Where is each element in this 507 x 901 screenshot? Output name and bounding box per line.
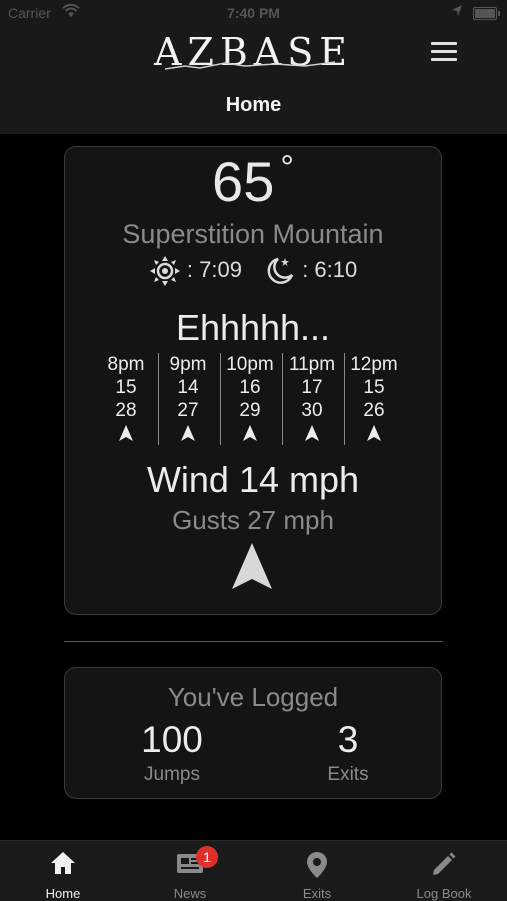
tab-bar: Home 1 News Exits Log Book	[0, 840, 507, 901]
forecast-time: 12pm	[350, 354, 398, 375]
forecast-wind: 15	[115, 377, 137, 398]
forecast-time: 8pm	[107, 354, 145, 375]
logo-streak-icon	[165, 61, 335, 70]
temperature: 65 °	[65, 149, 441, 214]
sunset-group: : 6:10	[264, 255, 357, 287]
status-time: 7:40 PM	[227, 5, 280, 21]
sunrise-time: : 7:09	[186, 256, 242, 282]
menu-button[interactable]	[431, 42, 457, 62]
forecast-time: 11pm	[288, 354, 336, 375]
exits-stat: 3 Exits	[268, 718, 428, 786]
logged-title: You've Logged	[167, 682, 339, 712]
tab-log-book[interactable]: Log Book	[381, 841, 507, 901]
tab-label: Log Book	[416, 886, 472, 901]
menu-bar	[431, 42, 457, 45]
forecast-column: 10pm 16 29	[219, 353, 281, 445]
wind-direction-icon	[305, 425, 319, 441]
jumps-count: 100	[141, 719, 203, 760]
wind-direction-icon	[367, 425, 381, 441]
map-pin-icon	[307, 852, 327, 878]
exits-label: Exits	[327, 764, 369, 785]
home-icon	[51, 852, 75, 874]
forecast-column: 8pm 15 28	[95, 353, 157, 445]
temperature-value: 65	[212, 150, 275, 213]
forecast-gust: 29	[239, 400, 261, 421]
menu-bar	[431, 50, 457, 53]
wind-direction-icon	[181, 425, 195, 441]
forecast-gust: 26	[363, 400, 385, 421]
logged-card[interactable]: You've Logged 100 Jumps 3 Exits	[64, 667, 442, 799]
sunset-time: : 6:10	[302, 256, 358, 282]
location-name: Superstition Mountain	[122, 219, 384, 249]
pencil-icon	[433, 852, 456, 875]
weather-card[interactable]: 65 ° Superstition Mountain : 7:09 : 6:10 …	[64, 146, 442, 615]
forecast-column: 11pm 17 30	[281, 353, 343, 445]
tab-label: Exits	[302, 886, 332, 901]
conditions-verdict: Ehhhhh...	[175, 307, 331, 348]
status-bar: Carrier 7:40 PM	[0, 0, 507, 26]
forecast-wind: 16	[239, 377, 261, 398]
tab-label: Home	[45, 886, 81, 901]
wind-speed: Wind 14 mph	[146, 459, 360, 500]
forecast-wind: 15	[363, 377, 385, 398]
exits-count: 3	[337, 719, 359, 760]
tab-label: News	[173, 886, 207, 901]
wind-direction-icon	[119, 425, 133, 441]
forecast-column: 12pm 15 26	[343, 353, 405, 445]
jumps-label: Jumps	[144, 764, 200, 785]
nav-header: AZBASE Home	[0, 26, 507, 134]
location-arrow-icon	[452, 5, 462, 16]
wind-direction-large-icon	[232, 543, 272, 589]
tab-exits[interactable]: Exits	[254, 841, 380, 901]
forecast-column: 9pm 14 27	[157, 353, 219, 445]
tab-news[interactable]: 1 News	[127, 841, 253, 901]
forecast-gust: 28	[115, 400, 137, 421]
forecast-gust: 27	[177, 400, 199, 421]
notification-badge: 1	[196, 846, 218, 868]
forecast-time: 10pm	[226, 354, 274, 375]
sun-icon	[149, 256, 180, 286]
hourly-forecast: 8pm 15 28 9pm 14 27 10pm 16 29 11pm 17 3…	[95, 353, 405, 445]
page-title: Home	[225, 94, 282, 116]
forecast-gust: 30	[301, 400, 323, 421]
gust-speed: Gusts 27 mph	[172, 505, 334, 535]
forecast-wind: 14	[177, 377, 199, 398]
sun-times: : 7:09 : 6:10	[65, 255, 441, 287]
forecast-wind: 17	[301, 377, 323, 398]
jumps-stat: 100 Jumps	[92, 718, 252, 786]
forecast-time: 9pm	[169, 354, 207, 375]
moon-icon	[267, 257, 294, 284]
battery-icon	[473, 7, 500, 20]
menu-bar	[431, 58, 457, 61]
tab-home[interactable]: Home	[0, 841, 126, 901]
degree-symbol: °	[280, 149, 294, 187]
sunrise-group: : 7:09	[149, 255, 242, 287]
wind-direction-icon	[243, 425, 257, 441]
section-divider	[64, 641, 443, 642]
